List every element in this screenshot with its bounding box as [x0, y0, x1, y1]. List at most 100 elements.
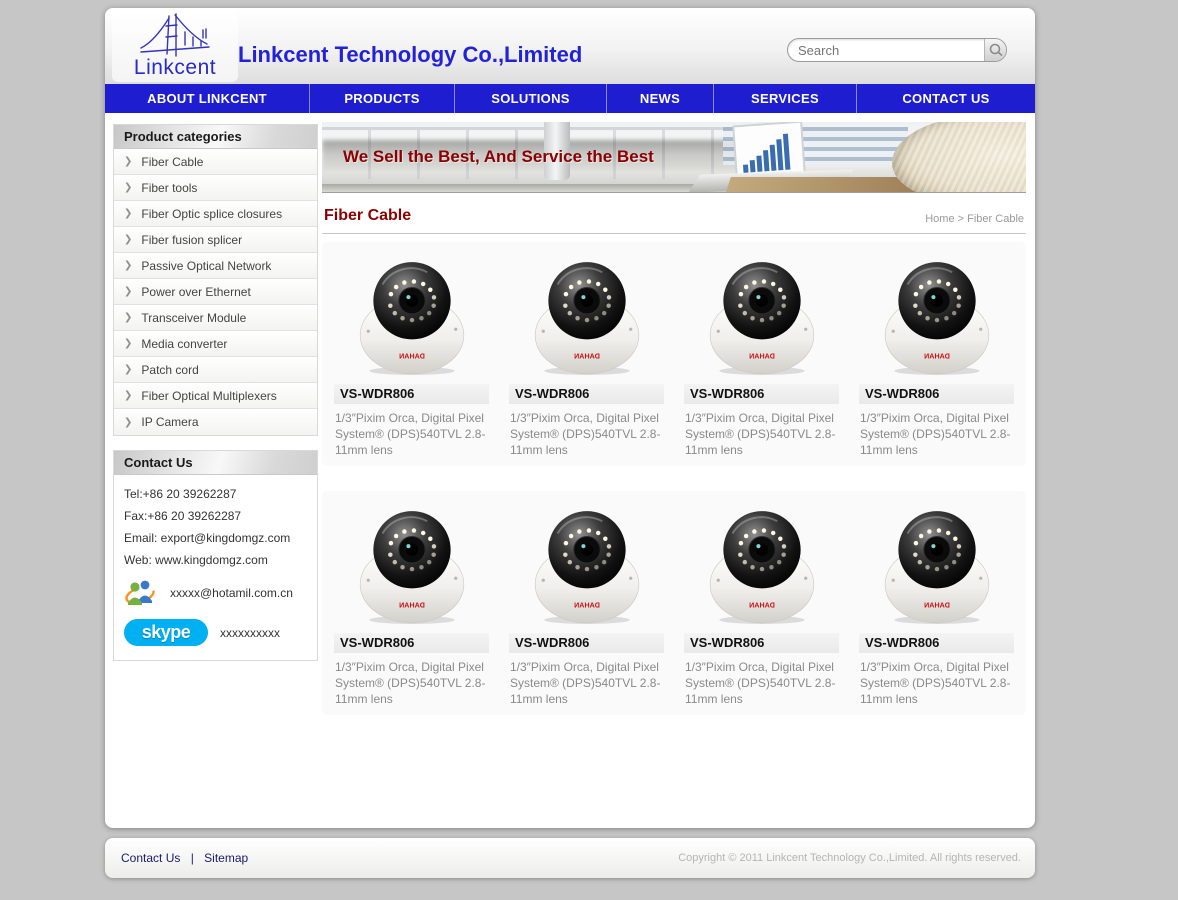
svg-text:DAHAN: DAHAN: [749, 353, 775, 361]
nav-services[interactable]: SERVICES: [714, 84, 857, 113]
breadcrumb-home[interactable]: Home: [925, 213, 954, 225]
svg-text:DAHAN: DAHAN: [399, 602, 425, 610]
footer: Contact Us | Sitemap Copyright © 2011 Li…: [105, 838, 1035, 878]
chevron-right-icon: ❯: [124, 364, 132, 375]
nav-products[interactable]: PRODUCTS: [310, 84, 455, 113]
footer-link-sitemap[interactable]: Sitemap: [204, 851, 248, 865]
sidebar: Product categories ❯Fiber Cable ❯Fiber t…: [113, 124, 318, 715]
svg-text:DAHAN: DAHAN: [574, 602, 600, 610]
product-name[interactable]: VS-WDR806: [334, 633, 489, 653]
hero-banner: We Sell the Best, And Service the Best: [322, 122, 1026, 193]
product-image-dome-camera[interactable]: DAHAN: [531, 256, 643, 376]
product-name[interactable]: VS-WDR806: [684, 384, 839, 404]
skype-address: xxxxxxxxxx: [220, 626, 280, 640]
sidebar-item-patch-cord[interactable]: ❯Patch cord: [114, 357, 317, 383]
search-icon: [987, 42, 1005, 58]
main-column: We Sell the Best, And Service the Best F…: [322, 122, 1026, 715]
chevron-right-icon: ❯: [124, 182, 132, 193]
footer-links: Contact Us | Sitemap: [121, 851, 248, 865]
product-description: 1/3″Pixim Orca, Digital Pixel System® (D…: [684, 410, 839, 458]
product-name[interactable]: VS-WDR806: [509, 633, 664, 653]
sidebar-item-media-converter[interactable]: ❯Media converter: [114, 331, 317, 357]
product-card: DAHAN VS-WDR806 1/3″Pixim Orca, Digital …: [324, 503, 499, 707]
nav-contact-us[interactable]: CONTACT US: [857, 84, 1035, 113]
product-name[interactable]: VS-WDR806: [859, 384, 1014, 404]
product-card: DAHAN VS-WDR806 1/3″Pixim Orca, Digital …: [499, 503, 674, 707]
product-image-dome-camera[interactable]: DAHAN: [881, 505, 993, 625]
product-categories-box: Product categories ❯Fiber Cable ❯Fiber t…: [113, 124, 318, 436]
product-description: 1/3″Pixim Orca, Digital Pixel System® (D…: [334, 410, 489, 458]
sidebar-item-fiber-fusion-splicer[interactable]: ❯Fiber fusion splicer: [114, 227, 317, 253]
main-nav: ABOUT LINKCENT PRODUCTS SOLUTIONS NEWS S…: [105, 84, 1035, 113]
sidebar-item-power-over-ethernet[interactable]: ❯Power over Ethernet: [114, 279, 317, 305]
main-container: Linkcent Linkcent Technology Co.,Limited…: [105, 8, 1035, 828]
search-input[interactable]: [788, 39, 984, 61]
contact-us-title: Contact Us: [114, 451, 317, 475]
msn-address: xxxxx@hotamil.com.cn: [170, 586, 293, 600]
product-description: 1/3″Pixim Orca, Digital Pixel System® (D…: [509, 410, 664, 458]
product-name[interactable]: VS-WDR806: [509, 384, 664, 404]
product-card: DAHAN VS-WDR806 1/3″Pixim Orca, Digital …: [849, 254, 1024, 458]
breadcrumb-current: Fiber Cable: [967, 213, 1024, 225]
sidebar-item-fiber-cable[interactable]: ❯Fiber Cable: [114, 149, 317, 175]
nav-news[interactable]: NEWS: [607, 84, 714, 113]
search-box: [787, 38, 1007, 62]
banner-person-arm: [892, 122, 1026, 193]
product-card: DAHAN VS-WDR806 1/3″Pixim Orca, Digital …: [324, 254, 499, 458]
sidebar-item-transceiver-module[interactable]: ❯Transceiver Module: [114, 305, 317, 331]
company-logo[interactable]: Linkcent: [112, 10, 238, 82]
sidebar-item-ip-camera[interactable]: ❯IP Camera: [114, 409, 317, 435]
product-image-dome-camera[interactable]: DAHAN: [706, 256, 818, 376]
chevron-right-icon: ❯: [124, 312, 132, 323]
msn-messenger-icon: [124, 577, 158, 609]
product-description: 1/3″Pixim Orca, Digital Pixel System® (D…: [859, 410, 1014, 458]
product-card: DAHAN VS-WDR806 1/3″Pixim Orca, Digital …: [674, 503, 849, 707]
banner-floor-edge: [322, 184, 744, 192]
page-title: Fiber Cable: [324, 207, 411, 225]
sidebar-item-fiber-optical-multiplexers[interactable]: ❯Fiber Optical Multiplexers: [114, 383, 317, 409]
msn-row: xxxxx@hotamil.com.cn: [124, 577, 307, 609]
chevron-right-icon: ❯: [124, 286, 132, 297]
nav-about-linkcent[interactable]: ABOUT LINKCENT: [105, 84, 310, 113]
product-card: DAHAN VS-WDR806 1/3″Pixim Orca, Digital …: [674, 254, 849, 458]
product-grid-row: DAHAN VS-WDR806 1/3″Pixim Orca, Digital …: [322, 491, 1026, 715]
bridge-logo-icon: [139, 12, 211, 60]
contact-fax: Fax:+86 20 39262287: [124, 509, 307, 523]
contact-web: Web: www.kingdomgz.com: [124, 553, 307, 567]
svg-text:DAHAN: DAHAN: [749, 602, 775, 610]
product-name[interactable]: VS-WDR806: [334, 384, 489, 404]
company-name: Linkcent Technology Co.,Limited: [238, 42, 582, 68]
product-description: 1/3″Pixim Orca, Digital Pixel System® (D…: [859, 659, 1014, 707]
product-name[interactable]: VS-WDR806: [684, 633, 839, 653]
product-image-dome-camera[interactable]: DAHAN: [706, 505, 818, 625]
product-card: DAHAN VS-WDR806 1/3″Pixim Orca, Digital …: [849, 503, 1024, 707]
sidebar-item-fiber-optic-splice-closures[interactable]: ❯Fiber Optic splice closures: [114, 201, 317, 227]
chevron-right-icon: ❯: [124, 208, 132, 219]
contact-us-box: Contact Us Tel:+86 20 39262287 Fax:+86 2…: [113, 450, 318, 661]
product-image-dome-camera[interactable]: DAHAN: [881, 256, 993, 376]
product-description: 1/3″Pixim Orca, Digital Pixel System® (D…: [509, 659, 664, 707]
nav-solutions[interactable]: SOLUTIONS: [455, 84, 607, 113]
product-image-dome-camera[interactable]: DAHAN: [356, 505, 468, 625]
skype-row: skype xxxxxxxxxx: [124, 619, 307, 646]
copyright-text: Copyright © 2011 Linkcent Technology Co.…: [678, 852, 1021, 864]
product-name[interactable]: VS-WDR806: [859, 633, 1014, 653]
sidebar-item-fiber-tools[interactable]: ❯Fiber tools: [114, 175, 317, 201]
footer-link-contact-us[interactable]: Contact Us: [121, 851, 180, 865]
chevron-right-icon: ❯: [124, 338, 132, 349]
product-description: 1/3″Pixim Orca, Digital Pixel System® (D…: [684, 659, 839, 707]
sidebar-item-passive-optical-network[interactable]: ❯Passive Optical Network: [114, 253, 317, 279]
logo-wordmark: Linkcent: [112, 56, 238, 80]
title-divider: [322, 233, 1026, 234]
breadcrumb: Home > Fiber Cable: [925, 213, 1024, 225]
search-button[interactable]: [984, 39, 1006, 61]
page-title-row: Fiber Cable Home > Fiber Cable: [322, 207, 1026, 225]
footer-link-separator: |: [191, 851, 194, 865]
banner-slogan: We Sell the Best, And Service the Best: [343, 147, 654, 167]
chevron-right-icon: ❯: [124, 390, 132, 401]
product-categories-title: Product categories: [114, 125, 317, 149]
product-image-dome-camera[interactable]: DAHAN: [531, 505, 643, 625]
product-image-dome-camera[interactable]: DAHAN: [356, 256, 468, 376]
chevron-right-icon: ❯: [124, 417, 132, 428]
product-card: DAHAN VS-WDR806 1/3″Pixim Orca, Digital …: [499, 254, 674, 458]
